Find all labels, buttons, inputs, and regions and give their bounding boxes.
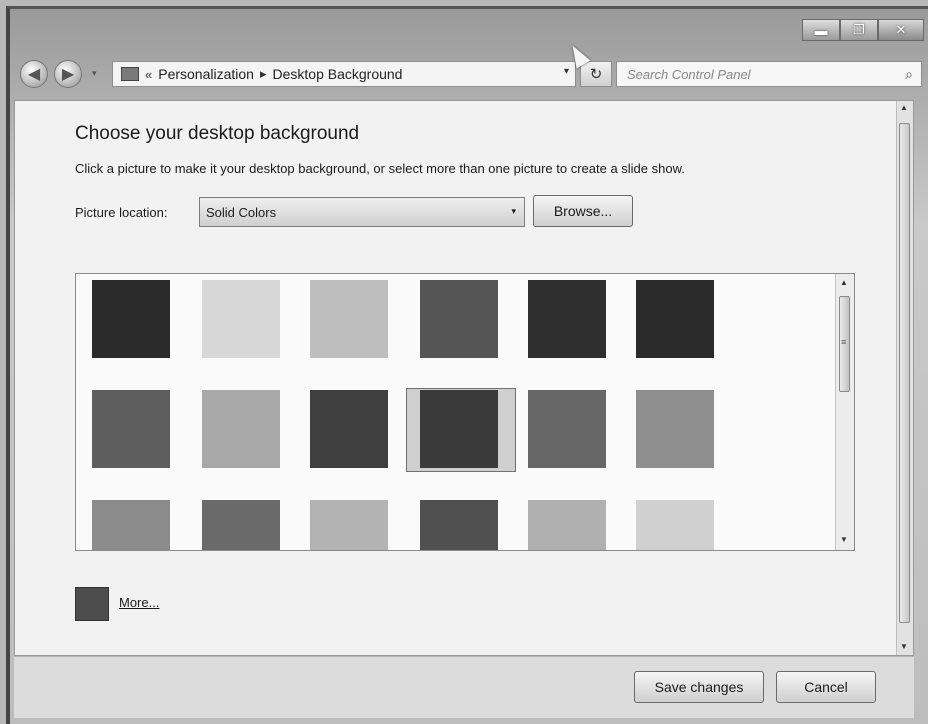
main-content-panel: Choose your desktop background Click a p… [14, 100, 914, 656]
maximize-button[interactable]: ❐ [840, 19, 878, 41]
color-swatch[interactable] [528, 500, 606, 550]
forward-button[interactable]: ▶ [54, 60, 82, 88]
control-panel-icon [121, 67, 139, 81]
color-swatch[interactable] [310, 390, 388, 468]
save-changes-label: Save changes [654, 679, 744, 695]
scroll-grip-icon: ≡ [841, 337, 847, 347]
color-swatch[interactable] [92, 280, 170, 358]
address-bar[interactable]: « Personalization ▸ Desktop Background ▾ [112, 61, 576, 87]
browse-button-label: Browse... [553, 203, 613, 219]
page-scroll-thumb[interactable] [899, 123, 910, 623]
color-swatch[interactable] [420, 390, 498, 468]
page-title: Choose your desktop background [75, 123, 360, 144]
minimize-button[interactable]: ▬ [802, 19, 840, 41]
cancel-label: Cancel [804, 679, 848, 695]
browse-button[interactable]: Browse... [533, 195, 633, 227]
color-swatch[interactable] [636, 500, 714, 550]
cancel-button[interactable]: Cancel [776, 671, 876, 703]
color-swatch[interactable] [202, 390, 280, 468]
color-swatch[interactable] [310, 500, 388, 550]
breadcrumb-separator-icon[interactable]: ▸ [260, 66, 267, 82]
address-dropdown-icon[interactable]: ▾ [564, 66, 569, 77]
save-changes-button[interactable]: Save changes [634, 671, 764, 703]
search-icon[interactable]: ⌕ [905, 66, 913, 83]
color-swatch[interactable] [202, 280, 280, 358]
scroll-up-icon[interactable]: ▲ [840, 278, 848, 287]
color-swatch[interactable] [92, 500, 170, 550]
grid-scroll-thumb[interactable]: ≡ [839, 296, 850, 392]
forward-arrow-icon: ▶ [61, 66, 75, 83]
color-swatch-grid: ▲ ≡ ▼ [75, 273, 855, 551]
more-colors-link[interactable]: More... [119, 595, 159, 610]
page-scroll-down-icon[interactable]: ▼ [900, 642, 908, 651]
navigation-bar: ◀ ▶ ▾ « Personalization ▸ Desktop Backgr… [20, 58, 922, 90]
recent-pages-dropdown-icon[interactable]: ▾ [92, 68, 97, 79]
titlebar-buttons: ▬ ❐ ✕ [802, 19, 924, 41]
breadcrumb-desktop-background[interactable]: Desktop Background [273, 66, 403, 82]
refresh-button[interactable]: ↻ [580, 61, 612, 87]
grid-scrollbar[interactable]: ▲ ≡ ▼ [835, 274, 854, 550]
refresh-icon: ↻ [589, 66, 603, 83]
color-swatch[interactable] [310, 280, 388, 358]
close-button[interactable]: ✕ [878, 19, 924, 41]
color-swatch[interactable] [420, 500, 498, 550]
scroll-down-icon[interactable]: ▼ [840, 535, 848, 544]
dialog-footer: Save changes Cancel [14, 656, 914, 718]
chevron-down-icon: ▾ [511, 206, 516, 216]
page-instructions: Click a picture to make it your desktop … [75, 161, 685, 176]
color-swatch[interactable] [92, 390, 170, 468]
color-swatch[interactable] [420, 280, 498, 358]
picture-location-value: Solid Colors [206, 204, 277, 220]
color-swatch[interactable] [636, 390, 714, 468]
color-swatch[interactable] [528, 280, 606, 358]
picture-location-select[interactable]: Solid Colors ▾ [199, 197, 525, 227]
more-colors-swatch[interactable] [75, 587, 109, 621]
color-swatch[interactable] [636, 280, 714, 358]
color-swatch[interactable] [528, 390, 606, 468]
picture-location-label: Picture location: [75, 205, 168, 220]
breadcrumb-overflow-icon[interactable]: « [145, 67, 152, 82]
color-swatch[interactable] [202, 500, 280, 550]
breadcrumb-personalization[interactable]: Personalization [158, 66, 254, 82]
control-panel-window: ▬ ❐ ✕ ◀ ▶ ▾ « Personalization ▸ Desktop … [0, 0, 928, 724]
search-input[interactable]: Search Control Panel ⌕ [616, 61, 922, 87]
back-button[interactable]: ◀ [20, 60, 48, 88]
search-placeholder: Search Control Panel [627, 66, 751, 82]
back-arrow-icon: ◀ [27, 66, 41, 83]
page-scroll-up-icon[interactable]: ▲ [900, 103, 908, 112]
page-scrollbar[interactable]: ▲ ▼ [896, 101, 913, 655]
